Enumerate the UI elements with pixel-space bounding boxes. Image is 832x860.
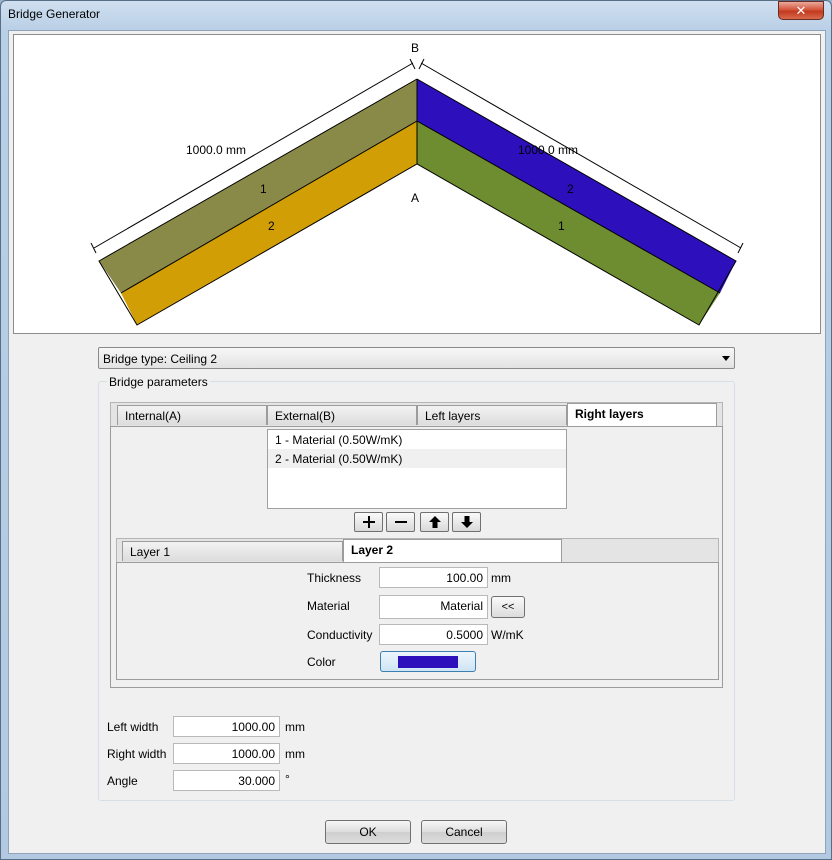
left-dimension-label: 1000.0 mm (186, 143, 246, 157)
ok-button[interactable]: OK (325, 820, 411, 844)
left-dimension-tick-start (90, 242, 97, 254)
bridge-parameters-group: Bridge parameters Internal(A) External(B… (98, 375, 735, 801)
tab-layer-1[interactable]: Layer 1 (122, 541, 343, 561)
right-width-unit: mm (285, 747, 305, 761)
minus-icon (394, 521, 407, 523)
tab-external[interactable]: External(B) (267, 405, 417, 425)
plus-icon (362, 516, 375, 528)
angle-field[interactable]: 30.000 (173, 770, 280, 791)
bridge-parameters-title: Bridge parameters (107, 375, 210, 389)
right-layer-1-label: 1 (558, 219, 565, 233)
close-button[interactable]: ✕ (778, 1, 824, 20)
layer-list[interactable]: 1 - Material (0.50W/mK) 2 - Material (0.… (267, 429, 567, 509)
layer-2-panel: Thickness 100.00 mm Material Material <<… (116, 562, 719, 680)
bridge-type-select[interactable]: Bridge type: Ceiling 2 (98, 347, 735, 369)
layer-tabs: Layer 1 Layer 2 Thickness 100.00 mm Mate… (116, 538, 719, 684)
move-layer-up-button[interactable] (420, 512, 449, 532)
cancel-button[interactable]: Cancel (421, 820, 507, 844)
angle-unit: ° (285, 772, 290, 786)
angle-label: Angle (107, 774, 138, 788)
move-layer-down-button[interactable] (452, 512, 481, 532)
right-layer-2-label: 2 (567, 182, 574, 196)
tab-right-layers[interactable]: Right layers (567, 403, 717, 427)
add-layer-button[interactable] (354, 512, 383, 532)
up-arrow-icon (428, 516, 441, 528)
thickness-field[interactable]: 100.00 (379, 567, 488, 588)
right-dimension-label: 1000.0 mm (518, 143, 578, 157)
label-a: A (411, 191, 419, 205)
left-width-label: Left width (107, 720, 159, 734)
dialog-body: B A 1000.0 mm 1000.0 mm 1 2 2 1 Bridge t… (8, 30, 826, 854)
material-field[interactable]: Material (379, 595, 488, 619)
remove-layer-button[interactable] (386, 512, 415, 532)
right-dimension-tick-end (737, 242, 744, 254)
tab-internal[interactable]: Internal(A) (117, 405, 267, 425)
conductivity-label: Conductivity (307, 628, 373, 642)
down-arrow-icon (460, 516, 473, 528)
left-layer-2-label: 2 (268, 219, 275, 233)
title-bar[interactable]: Bridge Generator ✕ (1, 1, 831, 29)
left-layer-1-label: 1 (260, 182, 267, 196)
tab-left-layers[interactable]: Left layers (417, 405, 567, 425)
left-width-field[interactable]: 1000.00 (173, 716, 280, 737)
bridge-preview: B A 1000.0 mm 1000.0 mm 1 2 2 1 (13, 34, 821, 334)
right-width-field[interactable]: 1000.00 (173, 743, 280, 764)
bridge-generator-window: Bridge Generator ✕ B A 1000.0 mm 1000.0 … (0, 0, 832, 860)
left-width-unit: mm (285, 720, 305, 734)
right-layers-panel: 1 - Material (0.50W/mK) 2 - Material (0.… (110, 426, 723, 688)
color-picker-button[interactable] (380, 651, 476, 672)
thickness-unit: mm (491, 571, 511, 585)
material-label: Material (307, 599, 350, 613)
color-swatch (398, 656, 458, 668)
close-icon: ✕ (795, 2, 807, 18)
window-title: Bridge Generator (8, 7, 101, 21)
thickness-label: Thickness (307, 571, 362, 585)
list-item[interactable]: 2 - Material (0.50W/mK) (268, 449, 566, 468)
layer-tabbar: Layer 1 Layer 2 (116, 538, 719, 563)
material-pick-button[interactable]: << (491, 596, 525, 618)
chevron-down-icon (722, 356, 730, 361)
bridge-type-value: Bridge type: Ceiling 2 (103, 352, 218, 366)
label-b: B (411, 41, 419, 55)
right-width-label: Right width (107, 747, 167, 761)
parameters-tabbar: Internal(A) External(B) Left layers Righ… (110, 402, 723, 427)
conductivity-field[interactable]: 0.5000 (379, 624, 488, 645)
tab-layer-2[interactable]: Layer 2 (343, 539, 562, 563)
parameters-tabs: Internal(A) External(B) Left layers Righ… (110, 402, 723, 688)
list-item[interactable]: 1 - Material (0.50W/mK) (268, 430, 566, 449)
bridge-drawing: B A 1000.0 mm 1000.0 mm 1 2 2 1 (90, 41, 744, 326)
conductivity-unit: W/mK (491, 628, 524, 642)
color-label: Color (307, 655, 336, 669)
